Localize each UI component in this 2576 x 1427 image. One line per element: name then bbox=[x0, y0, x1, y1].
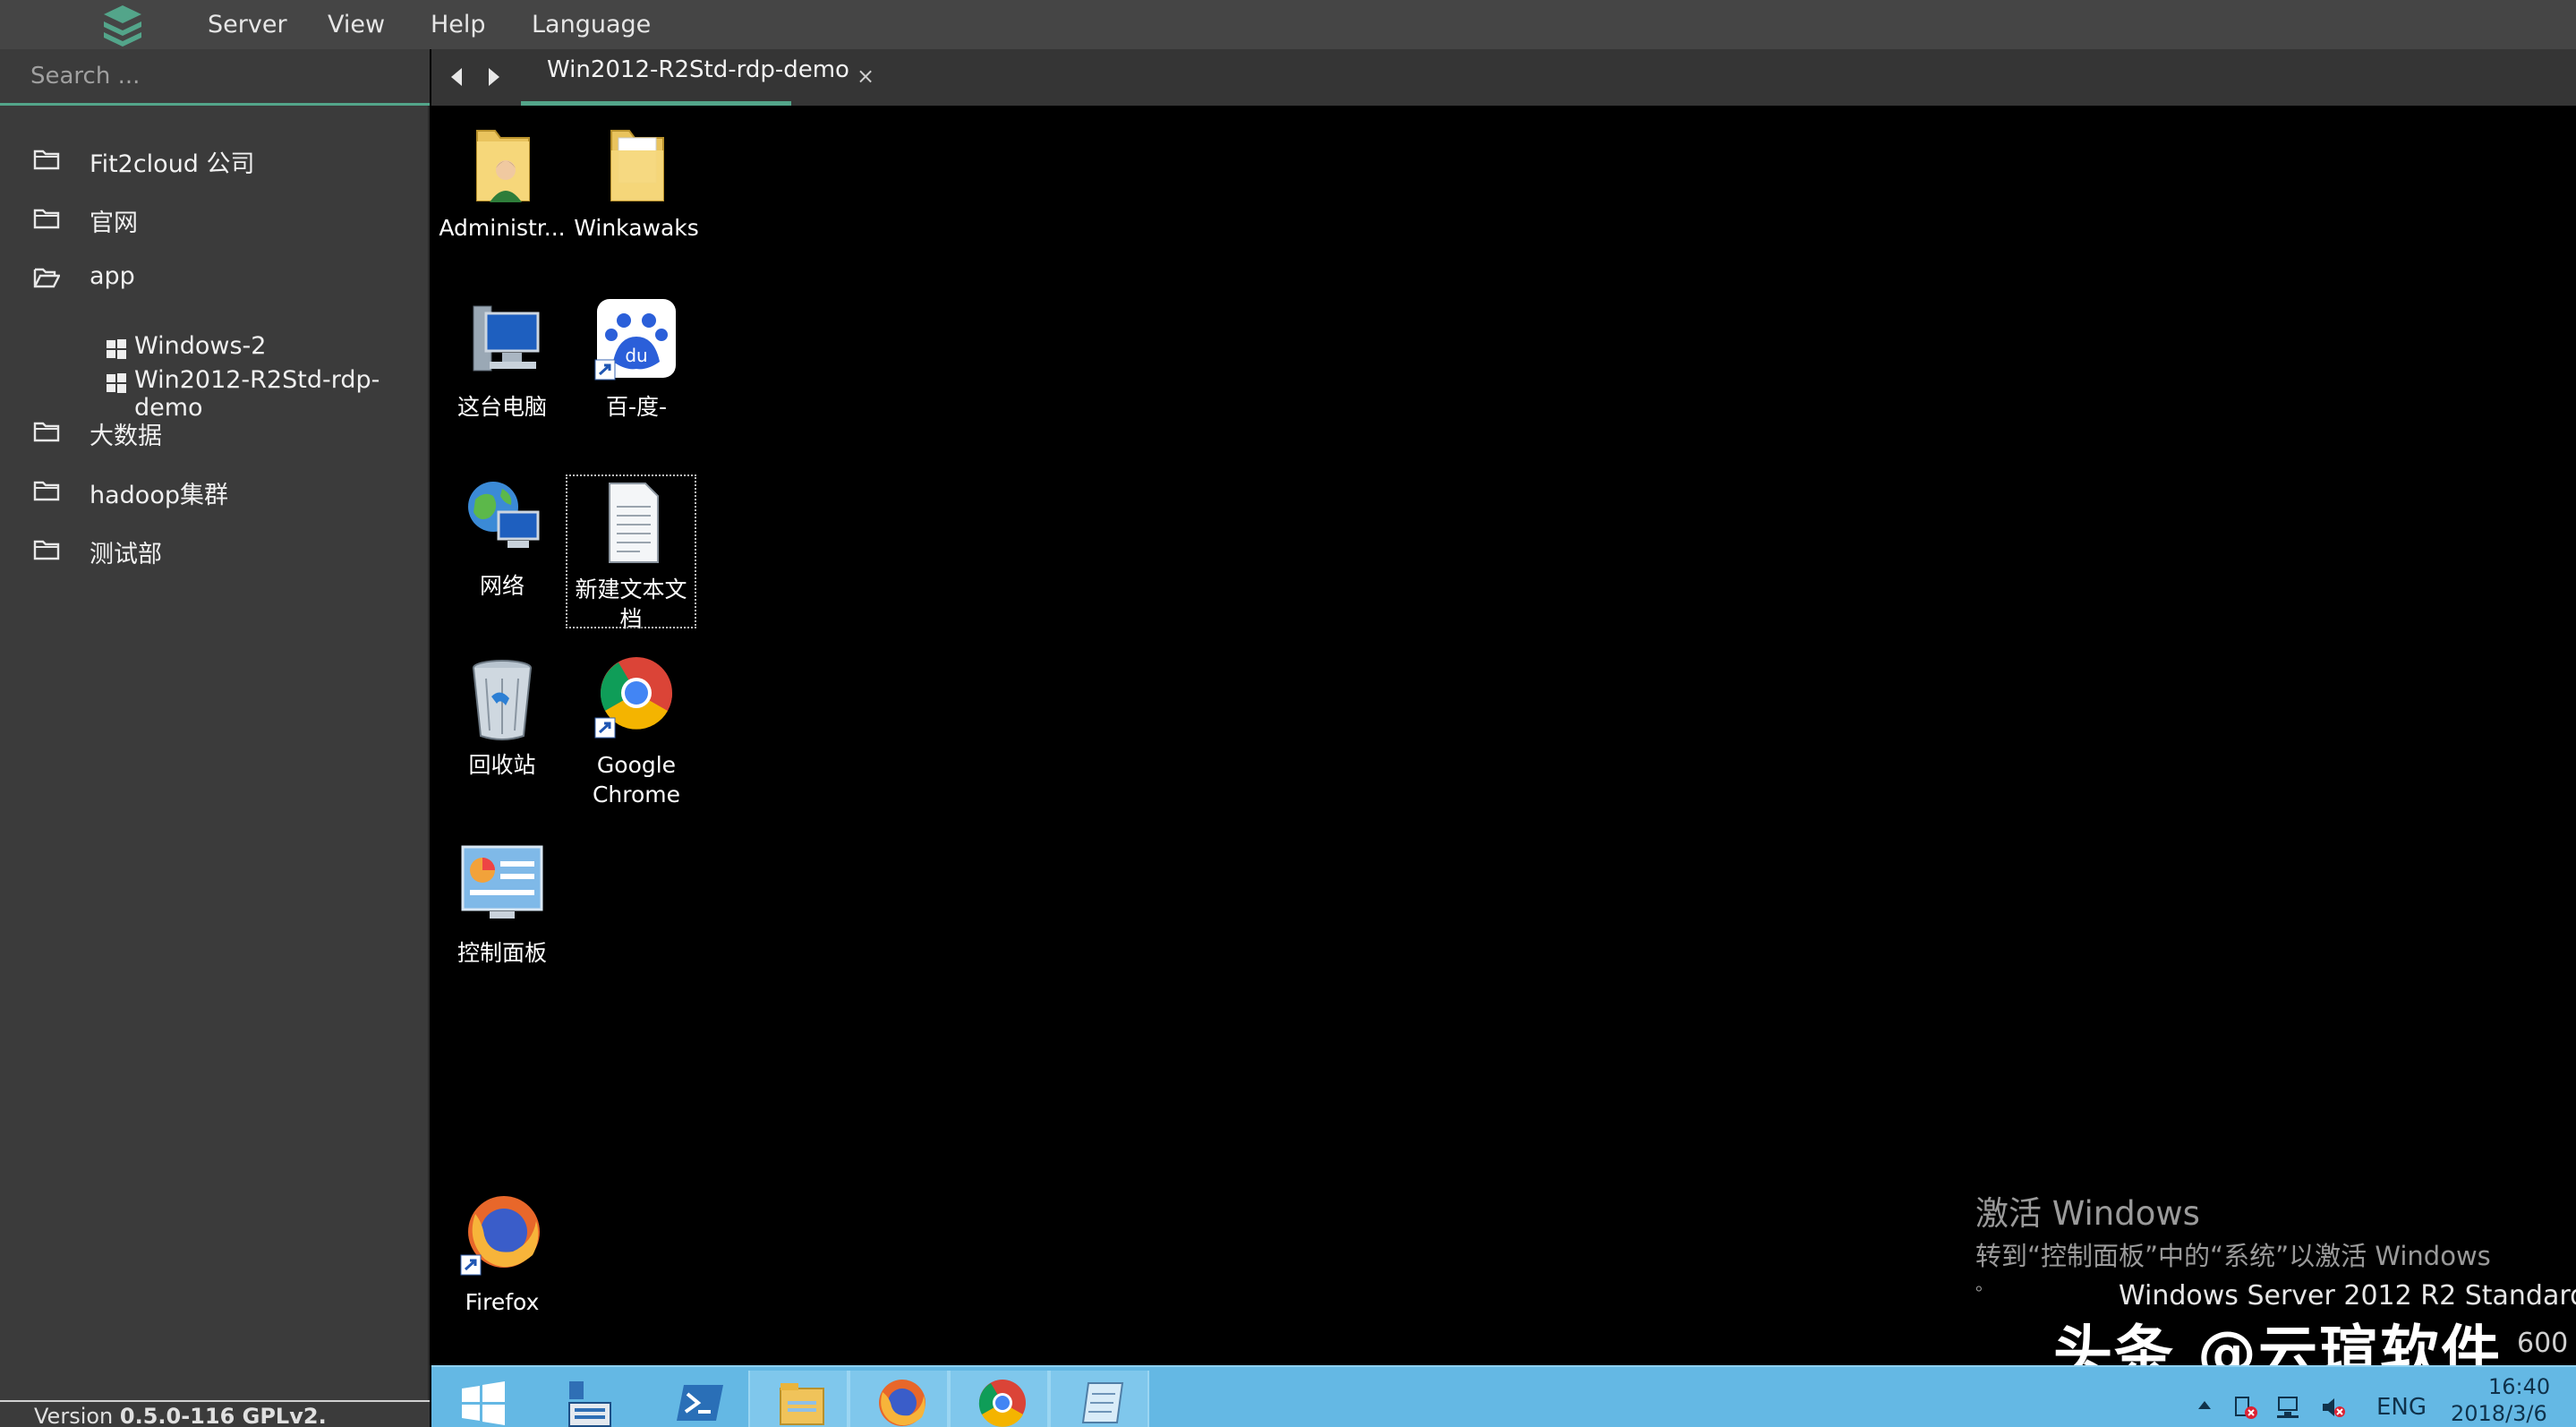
network-status-icon[interactable] bbox=[2275, 1394, 2302, 1421]
baidu-icon: du bbox=[594, 299, 676, 380]
input-language[interactable]: ENG bbox=[2376, 1394, 2427, 1421]
folder-icon bbox=[33, 540, 60, 560]
tab-prev-icon[interactable] bbox=[448, 65, 467, 89]
menu-view[interactable]: View bbox=[328, 0, 385, 49]
tree-folder-bigdata[interactable]: 大数据 bbox=[0, 406, 430, 459]
windows-taskbar: ENG 16:40 2018/3/6 bbox=[431, 1365, 2576, 1427]
tab-label: Win2012-R2Std-rdp-demo bbox=[547, 56, 849, 83]
taskbar-chrome[interactable] bbox=[949, 1371, 1049, 1427]
desktop-icon-label: Winkawaks bbox=[574, 215, 699, 241]
windows-icon bbox=[107, 373, 126, 393]
tree-folder-official-site[interactable]: 官网 bbox=[0, 192, 430, 246]
desktop-icon-label: 网络 bbox=[479, 573, 525, 599]
computer-icon bbox=[473, 305, 540, 372]
tab-close-button[interactable]: × bbox=[857, 64, 874, 89]
menu-bar: Server View Help Language bbox=[0, 0, 2576, 49]
recycle-bin-icon bbox=[473, 660, 532, 740]
tray-expand-icon[interactable] bbox=[2196, 1397, 2213, 1414]
tree-folder-label: 官网 bbox=[90, 209, 138, 237]
firefox-icon bbox=[879, 1380, 925, 1426]
tree-server-win2012[interactable]: Win2012-R2Std-rdp-demo bbox=[0, 364, 430, 422]
svg-text:du: du bbox=[625, 345, 647, 366]
folder-open-icon bbox=[33, 268, 60, 288]
desktop-icon-label: 回收站 bbox=[468, 752, 536, 778]
desktop-icon-google-chrome[interactable]: Google Chrome bbox=[570, 652, 703, 809]
tree-folder-label: 大数据 bbox=[90, 423, 162, 450]
taskbar-powershell[interactable] bbox=[648, 1371, 748, 1427]
desktop-icon-new-text-document[interactable]: 新建文本文档 bbox=[566, 474, 696, 632]
tree-folder-fit2cloud[interactable]: Fit2cloud 公司 bbox=[0, 133, 430, 187]
tree-server-label: Windows-2 bbox=[134, 332, 267, 360]
activation-dot: 。 bbox=[1975, 1273, 1993, 1295]
version-prefix: Version bbox=[34, 1404, 120, 1427]
desktop-icon-control-panel[interactable]: 控制面板 bbox=[436, 840, 568, 968]
notepad-icon bbox=[1081, 1382, 1124, 1423]
desktop-icon-label: 新建文本文档 bbox=[575, 577, 687, 632]
windows-start-icon bbox=[462, 1381, 505, 1425]
tree-folder-label: hadoop集群 bbox=[90, 482, 228, 509]
volume-muted-icon[interactable] bbox=[2320, 1394, 2347, 1421]
menu-language[interactable]: Language bbox=[532, 0, 651, 49]
search-box bbox=[0, 49, 430, 106]
desktop-icon-label: 百-度- bbox=[605, 394, 668, 420]
tab-win2012-rdp[interactable]: Win2012-R2Std-rdp-demo bbox=[521, 49, 849, 106]
sidebar: Fit2cloud 公司 官网 app Windows-2 Win2012-R2… bbox=[0, 49, 430, 1427]
desktop-icon-baidu[interactable]: du 百-度- bbox=[570, 294, 703, 422]
user-folder-icon bbox=[476, 130, 530, 202]
desktop-icon-label: Administr... bbox=[439, 215, 566, 241]
taskbar-server-manager[interactable] bbox=[537, 1371, 637, 1427]
tree-folder-label: Fit2cloud 公司 bbox=[90, 150, 255, 178]
folder-icon bbox=[33, 150, 60, 170]
file-explorer-icon bbox=[780, 1383, 824, 1425]
clock-date[interactable]: 2018/3/6 bbox=[2451, 1401, 2547, 1426]
tree-folder-hadoop[interactable]: hadoop集群 bbox=[0, 465, 430, 518]
desktop-icon-administrator[interactable]: Administr... bbox=[436, 115, 568, 243]
activation-title: 激活 Windows bbox=[1975, 1194, 2200, 1233]
text-document-icon bbox=[609, 483, 659, 563]
clock-time[interactable]: 16:40 bbox=[2488, 1374, 2550, 1399]
server-manager-icon bbox=[568, 1381, 611, 1427]
desktop-icon-network[interactable]: 网络 bbox=[436, 473, 568, 601]
taskbar-notepad[interactable] bbox=[1049, 1371, 1149, 1427]
windows-icon bbox=[107, 339, 126, 359]
search-input[interactable] bbox=[0, 49, 430, 103]
chrome-icon bbox=[978, 1380, 1026, 1427]
network-icon bbox=[468, 482, 540, 548]
taskbar-firefox[interactable] bbox=[849, 1371, 949, 1427]
chrome-icon bbox=[594, 657, 673, 739]
folder-icon bbox=[610, 130, 664, 201]
desktop-icon-label: 这台电脑 bbox=[456, 394, 547, 420]
version-value: 0.5.0-116 GPLv2. bbox=[119, 1404, 327, 1427]
folder-icon bbox=[33, 209, 60, 229]
tree-folder-label: 测试部 bbox=[90, 541, 162, 568]
remote-desktop[interactable]: Administr... Winkawaks 这台电脑 du 百-度- 网络 新… bbox=[431, 106, 2576, 1427]
menu-server[interactable]: Server bbox=[208, 0, 287, 49]
activation-subtitle: 转到“控制面板”中的“系统”以激活 Windows bbox=[1975, 1241, 2491, 1271]
tree-server-windows-2[interactable]: Windows-2 bbox=[0, 330, 430, 364]
folder-icon bbox=[33, 481, 60, 501]
menu-help[interactable]: Help bbox=[431, 0, 486, 49]
action-center-icon[interactable] bbox=[2232, 1394, 2259, 1421]
desktop-icon-recycle-bin[interactable]: 回收站 bbox=[436, 652, 568, 780]
desktop-icon-this-pc[interactable]: 这台电脑 bbox=[436, 294, 568, 422]
desktop-icon-label: 控制面板 bbox=[456, 940, 547, 966]
tree-folder-app[interactable]: app bbox=[0, 252, 430, 305]
firefox-icon bbox=[460, 1196, 540, 1276]
version-info: Version 0.5.0-116 GPLv2. bbox=[0, 1400, 430, 1427]
taskbar-file-explorer[interactable] bbox=[748, 1371, 849, 1427]
powershell-icon bbox=[677, 1385, 723, 1421]
tab-bar: Win2012-R2Std-rdp-demo × bbox=[431, 49, 2576, 106]
tab-next-icon[interactable] bbox=[483, 65, 503, 89]
desktop-icon-label: Google Chrome bbox=[592, 752, 681, 807]
folder-icon bbox=[33, 422, 60, 442]
app-logo-icon[interactable] bbox=[97, 2, 149, 50]
os-build-fragment: 600 bbox=[2517, 1328, 2569, 1359]
tree-folder-test-dept[interactable]: 测试部 bbox=[0, 524, 430, 577]
control-panel-icon bbox=[461, 845, 543, 919]
desktop-icon-winkawaks[interactable]: Winkawaks bbox=[570, 115, 703, 243]
desktop-icon-firefox[interactable]: Firefox bbox=[436, 1189, 568, 1317]
desktop-icon-label: Firefox bbox=[465, 1289, 540, 1315]
taskbar-start-button[interactable] bbox=[431, 1371, 532, 1427]
tree-folder-label: app bbox=[90, 262, 135, 290]
